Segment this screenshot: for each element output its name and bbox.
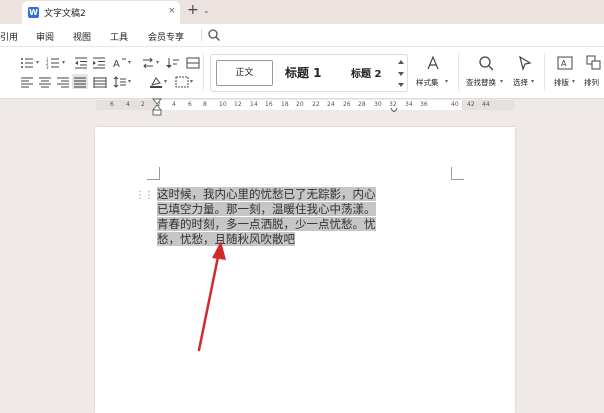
ruler-tick-label: 40: [451, 101, 459, 108]
selected-paragraph[interactable]: 这时候，我内心里的忧愁已了无踪影，内心 已填空力量。那一刻，温暖住我心中荡漾。 …: [157, 187, 397, 247]
right-indent-marker-icon[interactable]: [389, 107, 399, 115]
chevron-down-icon[interactable]: ▾: [156, 59, 159, 66]
document-tab[interactable]: W 文字文稿2 ×: [22, 1, 180, 24]
ruler-tick-label: 18: [281, 101, 289, 108]
style-set-icon[interactable]: [425, 55, 441, 71]
increase-indent-icon[interactable]: [92, 57, 106, 69]
ruler-tick-label: 4: [126, 101, 130, 108]
layout-icon[interactable]: A: [557, 55, 573, 71]
toolbar-separator: [458, 53, 459, 91]
line-spacing-arrow-icon[interactable]: [141, 57, 155, 69]
ruler-tick-label: 30: [374, 101, 382, 108]
close-tab-icon[interactable]: ×: [168, 6, 176, 16]
style-gallery: 正文 标题 1 标题 2: [210, 54, 408, 92]
svg-text:3: 3: [46, 65, 49, 69]
line-spacing-icon[interactable]: [113, 76, 127, 88]
ruler-tick-label: 26: [343, 101, 351, 108]
indent-marker-icon[interactable]: [152, 98, 162, 116]
ruler-tick-label: 34: [405, 101, 413, 108]
tab-list-chevron-icon[interactable]: ⌄: [203, 6, 210, 15]
ruler-tick-label: 16: [265, 101, 273, 108]
chevron-down-icon[interactable]: ▾: [62, 59, 65, 66]
style-set-label[interactable]: 样式集: [416, 77, 439, 88]
menu-references[interactable]: 引用: [0, 30, 18, 43]
new-tab-icon[interactable]: +: [187, 2, 199, 18]
decrease-indent-icon[interactable]: [74, 57, 88, 69]
ruler-tick-label: 8: [203, 101, 207, 108]
text-direction-icon[interactable]: A: [113, 57, 127, 69]
select-label[interactable]: 选择: [513, 77, 528, 88]
align-right-icon[interactable]: [56, 76, 70, 88]
document-tab-title: 文字文稿2: [44, 9, 86, 19]
chevron-down-icon[interactable]: ▾: [128, 78, 131, 85]
style-gallery-scroll-icon[interactable]: [397, 57, 405, 89]
ruler-tick-label: 28: [358, 101, 366, 108]
arrange-label[interactable]: 排列: [584, 77, 599, 88]
shading-icon[interactable]: [149, 76, 163, 88]
toolbar-separator: [203, 53, 204, 91]
arrange-icon[interactable]: [586, 55, 602, 71]
align-center-icon[interactable]: [38, 76, 52, 88]
chevron-down-icon[interactable]: ▾: [500, 78, 503, 85]
chevron-down-icon[interactable]: ▾: [36, 59, 39, 66]
paragraph-line: 愁，忧愁，且随秋风吹散吧: [157, 232, 295, 246]
writer-doc-icon: W: [28, 7, 39, 18]
document-page[interactable]: ⋮⋮ 这时候，我内心里的忧愁已了无踪影，内心 已填空力量。那一刻，温暖住我心中荡…: [95, 127, 515, 413]
chevron-down-icon[interactable]: ▾: [572, 78, 575, 85]
numbered-list-icon[interactable]: 1 2 3: [46, 57, 60, 69]
distributed-icon[interactable]: [93, 76, 107, 88]
tab-bar: W 文字文稿2 × + ⌄: [0, 0, 604, 24]
menu-review[interactable]: 审阅: [36, 30, 54, 43]
find-replace-icon[interactable]: [478, 55, 494, 71]
paragraph-drag-handle-icon[interactable]: ⋮⋮: [135, 190, 154, 201]
ruler-tick-label: 20: [296, 101, 304, 108]
borders-icon[interactable]: [186, 57, 200, 69]
style-heading2-button[interactable]: 标题 2: [351, 65, 381, 80]
ribbon-toolbar: ▾ 1 2 3 ▾ A ▾ ▾ ▾ ▾ ▾ 正文 标题 1 标题 2 样式集 ▾…: [0, 47, 604, 99]
bullet-list-icon[interactable]: [20, 57, 34, 69]
ruler-tick-label: 4: [172, 101, 176, 108]
chevron-down-icon[interactable]: ▾: [164, 78, 167, 85]
chevron-down-icon[interactable]: ▾: [445, 78, 448, 85]
style-normal-button[interactable]: 正文: [216, 60, 273, 86]
ribbon-menu-bar: 引用 审阅 视图 工具 会员专享: [0, 24, 604, 47]
ruler-tick-label: 24: [327, 101, 335, 108]
menu-divider: [201, 29, 202, 41]
ruler-tick-label: 42: [467, 101, 475, 108]
menu-member[interactable]: 会员专享: [148, 30, 184, 43]
margin-corner-mark: [451, 167, 464, 180]
select-cursor-icon[interactable]: [517, 55, 533, 71]
paragraph-line: 青春的时刻，多一点洒脱，少一点忧愁。忧: [157, 217, 376, 231]
ruler-tick-label: 14: [250, 101, 258, 108]
find-replace-label[interactable]: 查找替换: [466, 77, 496, 88]
sort-icon[interactable]: [166, 57, 180, 69]
svg-text:A: A: [113, 59, 120, 69]
align-left-icon[interactable]: [20, 76, 34, 88]
ruler-tick-label: 36: [420, 101, 428, 108]
ruler-tick-label: 6: [110, 101, 114, 108]
ruler-tick-label: 2: [141, 101, 145, 108]
ruler-tick-label: 6: [188, 101, 192, 108]
justify-icon[interactable]: [73, 76, 87, 88]
style-heading1-button[interactable]: 标题 1: [285, 64, 322, 81]
chevron-down-icon[interactable]: ▾: [128, 59, 131, 66]
margin-corner-mark: [147, 167, 160, 180]
chevron-down-icon[interactable]: ▾: [531, 78, 534, 85]
chevron-down-icon[interactable]: ▾: [190, 78, 193, 85]
paragraph-line: 已填空力量。那一刻，温暖住我心中荡漾。: [157, 202, 376, 216]
paragraph-line: 这时候，我内心里的忧愁已了无踪影，内心: [157, 187, 376, 201]
search-icon[interactable]: [207, 28, 221, 42]
ruler-tick-label: 10: [219, 101, 227, 108]
ruler-tick-label: 12: [234, 101, 242, 108]
ruler-tick-label: 44: [482, 101, 490, 108]
svg-text:A: A: [561, 59, 567, 68]
ruler-tick-label: 22: [312, 101, 320, 108]
menu-view[interactable]: 视图: [73, 30, 91, 43]
layout-label[interactable]: 排版: [554, 77, 569, 88]
menu-tools[interactable]: 工具: [110, 30, 128, 43]
border-style-icon[interactable]: [175, 76, 189, 88]
toolbar-separator: [544, 53, 545, 91]
